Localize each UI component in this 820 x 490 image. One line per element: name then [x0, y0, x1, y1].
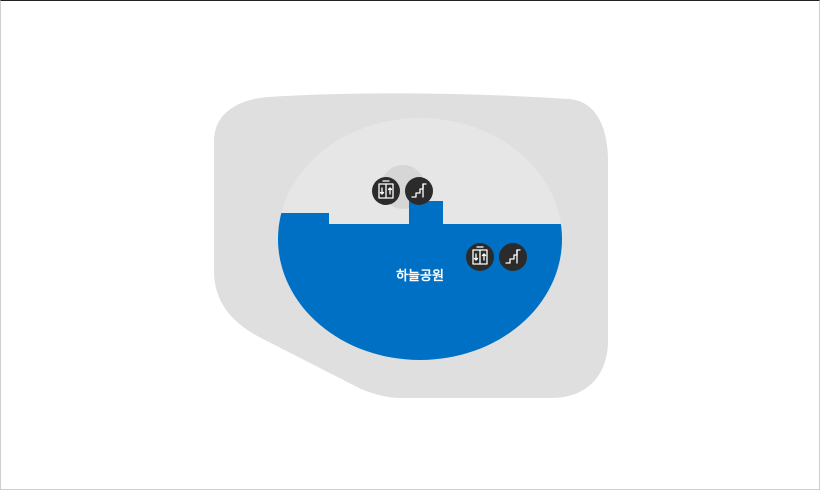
map-frame: 하늘공원 — [0, 0, 820, 490]
elevator-icon[interactable] — [466, 243, 494, 271]
floor-map[interactable]: 하늘공원 — [1, 1, 819, 489]
zone-label: 하늘공원 — [396, 268, 444, 284]
stairs-icon[interactable] — [405, 177, 433, 205]
stairs-icon[interactable] — [499, 243, 527, 271]
elevator-icon[interactable] — [372, 177, 400, 205]
